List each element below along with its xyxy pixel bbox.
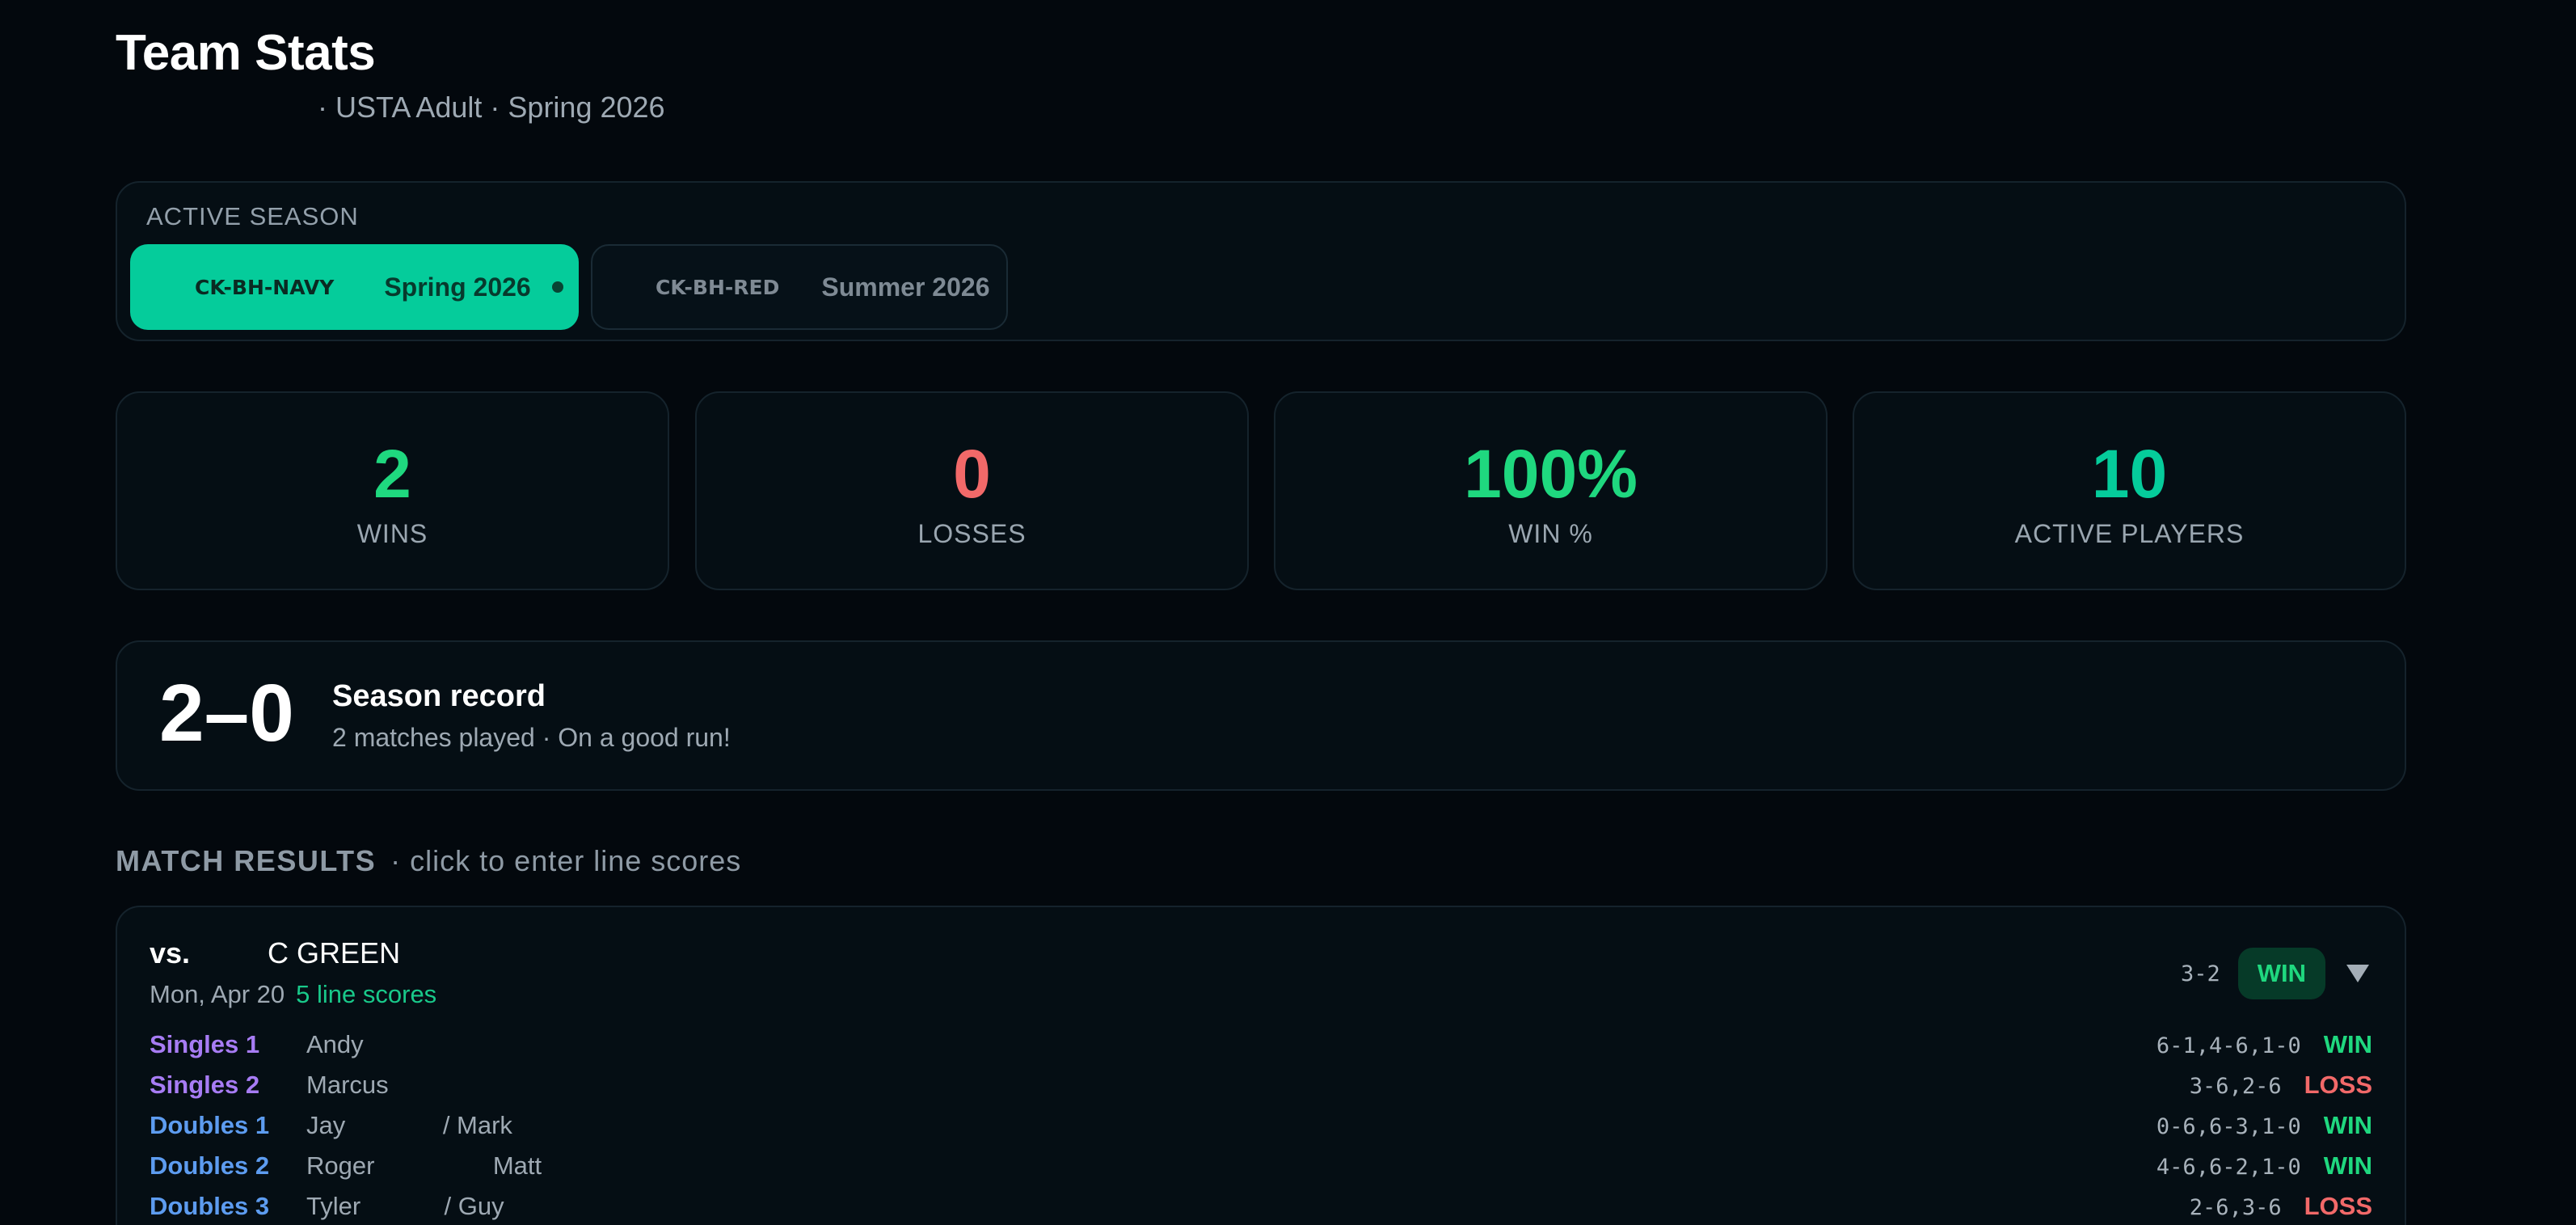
line-result: LOSS bbox=[2304, 1071, 2372, 1099]
active-season-label: ACTIVE SEASON bbox=[146, 202, 359, 230]
chevron-down-icon[interactable] bbox=[2346, 965, 2369, 982]
stat-value: 2 bbox=[373, 436, 411, 512]
match-result-badge: WIN bbox=[2237, 948, 2325, 999]
stat-card-active-players: 10 ACTIVE PLAYERS bbox=[1853, 391, 2406, 590]
line-position: Singles 1 bbox=[150, 1030, 260, 1058]
line-row[interactable]: Doubles 3 Tyler / Guy 2-6,3-6 LOSS bbox=[150, 1192, 2372, 1225]
line-row[interactable]: Doubles 2 Roger Matt 4-6,6-2,1-0 WIN bbox=[150, 1151, 2372, 1187]
stat-card-losses: 0 LOSSES bbox=[695, 391, 1249, 590]
line-position: Doubles 1 bbox=[150, 1111, 270, 1139]
match-opponent: vs. C GREEN bbox=[150, 936, 400, 970]
season-record-card: 2–0 Season record 2 matches played · On … bbox=[116, 640, 2406, 791]
record-subtitle: 2 matches played · On a good run! bbox=[332, 723, 731, 752]
stat-label: WINS bbox=[356, 519, 428, 548]
line-result-group: 4-6,6-2,1-0 WIN bbox=[2157, 1151, 2372, 1181]
stat-label: LOSSES bbox=[917, 519, 1027, 548]
stat-card-wins: 2 WINS bbox=[116, 391, 669, 590]
vs-label: vs. bbox=[150, 936, 191, 969]
line-row[interactable]: Doubles 1 Jay / Mark 0-6,6-3,1-0 WIN bbox=[150, 1111, 2372, 1147]
stat-label: WIN % bbox=[1508, 519, 1593, 548]
active-season-card: ACTIVE SEASON CK-BH-NAVY Spring 2026 CK-… bbox=[116, 181, 2406, 341]
season-option-spring-2026[interactable]: CK-BH-NAVY Spring 2026 bbox=[130, 244, 579, 330]
opponent-name: C GREEN bbox=[268, 936, 401, 969]
line-score-count: 5 line scores bbox=[296, 980, 437, 1008]
active-dot-icon bbox=[551, 281, 563, 293]
line-score: 6-1,4-6,1-0 bbox=[2156, 1033, 2301, 1058]
season-name: Spring 2026 bbox=[384, 272, 531, 302]
line-players: Roger Matt bbox=[306, 1151, 542, 1180]
section-hint: · click to enter line scores bbox=[390, 844, 742, 877]
record-score: 2–0 bbox=[159, 668, 294, 758]
line-players: Tyler / Guy bbox=[306, 1192, 504, 1220]
line-score: 0-6,6-3,1-0 bbox=[2156, 1114, 2301, 1139]
stat-label: ACTIVE PLAYERS bbox=[2014, 519, 2245, 548]
line-row[interactable]: Singles 2 Marcus 3-6,2-6 LOSS bbox=[150, 1071, 2372, 1106]
match-score: 3-2 bbox=[2180, 961, 2220, 986]
line-result-group: 6-1,4-6,1-0 WIN bbox=[2157, 1030, 2372, 1059]
stat-value: 100% bbox=[1464, 436, 1638, 512]
line-score: 3-6,2-6 bbox=[2189, 1074, 2282, 1099]
line-position: Singles 2 bbox=[150, 1071, 260, 1099]
match-summary: 3-2 WIN bbox=[2181, 948, 2369, 999]
section-title: MATCH RESULTS bbox=[116, 844, 377, 877]
line-result-group: 0-6,6-3,1-0 WIN bbox=[2157, 1111, 2372, 1140]
page-subtitle: · USTA Adult · Spring 2026 bbox=[116, 91, 665, 125]
line-players: Jay / Mark bbox=[306, 1111, 512, 1139]
match-date: Mon, Apr 20 bbox=[150, 980, 285, 1008]
line-position: Doubles 2 bbox=[150, 1151, 270, 1180]
redacted-team-name bbox=[116, 96, 318, 120]
team-stats-page: Team Stats · USTA Adult · Spring 2026 AC… bbox=[0, 0, 2576, 1225]
season-option-summer-2026[interactable]: CK-BH-RED Summer 2026 bbox=[591, 244, 1008, 330]
season-name: Summer 2026 bbox=[821, 272, 990, 302]
stat-card-win-percent: 100% WIN % bbox=[1274, 391, 1828, 590]
season-code: CK-BH-NAVY bbox=[195, 275, 335, 299]
line-result-group: 2-6,3-6 LOSS bbox=[2190, 1192, 2372, 1221]
match-card[interactable]: vs. C GREEN Mon, Apr 20 5 line scores 3-2 … bbox=[116, 906, 2406, 1225]
line-result: WIN bbox=[2323, 1151, 2372, 1180]
line-result: WIN bbox=[2323, 1030, 2372, 1058]
line-position: Doubles 3 bbox=[150, 1192, 270, 1220]
line-players: Andy bbox=[306, 1030, 364, 1058]
line-result: LOSS bbox=[2304, 1192, 2372, 1220]
page-title: Team Stats bbox=[116, 25, 376, 81]
line-result: WIN bbox=[2323, 1111, 2372, 1139]
line-result-group: 3-6,2-6 LOSS bbox=[2190, 1071, 2372, 1100]
match-results-heading: MATCH RESULTS · click to enter line score… bbox=[116, 844, 741, 878]
line-score: 4-6,6-2,1-0 bbox=[2156, 1155, 2301, 1180]
line-score: 2-6,3-6 bbox=[2189, 1195, 2282, 1220]
line-players: Marcus bbox=[306, 1071, 389, 1099]
subtitle-text: · USTA Adult · Spring 2026 bbox=[318, 91, 665, 124]
match-meta: Mon, Apr 20 5 line scores bbox=[150, 980, 436, 1009]
stat-value: 0 bbox=[953, 436, 991, 512]
line-row[interactable]: Singles 1 Andy 6-1,4-6,1-0 WIN bbox=[150, 1030, 2372, 1066]
record-title: Season record bbox=[332, 679, 546, 713]
stat-value: 10 bbox=[2091, 436, 2168, 512]
season-code: CK-BH-RED bbox=[656, 275, 780, 299]
